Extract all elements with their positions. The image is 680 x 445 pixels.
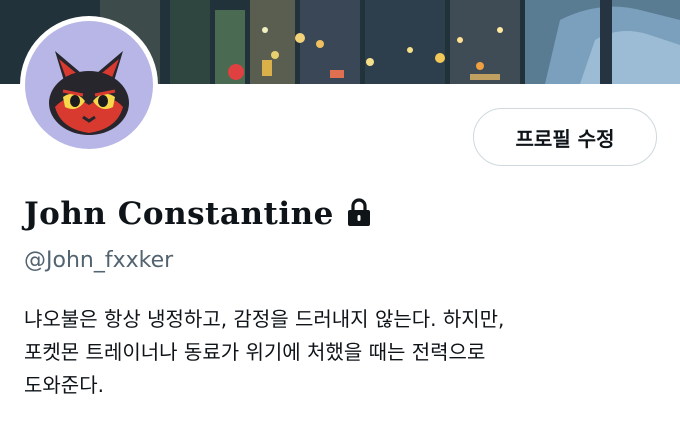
edit-profile-button[interactable]: 프로필 수정 bbox=[473, 108, 657, 166]
bio-line: 도와준다. bbox=[24, 373, 104, 397]
profile-name-row: John Constantine bbox=[24, 188, 372, 240]
bio-line: 포켓몬 트레이너나 동료가 위기에 처했을 때는 전력으로 bbox=[24, 340, 486, 364]
avatar[interactable] bbox=[20, 16, 158, 154]
cat-avatar-icon bbox=[25, 21, 153, 149]
user-handle: @John_fxxker bbox=[24, 248, 174, 273]
lock-icon bbox=[346, 197, 372, 231]
display-name: John Constantine bbox=[24, 196, 334, 232]
profile-bio: 냐오불은 항상 냉정하고, 감정을 드러내지 않는다. 하지만, 포켓몬 트레이… bbox=[24, 303, 654, 402]
bio-line: 냐오불은 항상 냉정하고, 감정을 드러내지 않는다. 하지만, bbox=[24, 307, 505, 331]
